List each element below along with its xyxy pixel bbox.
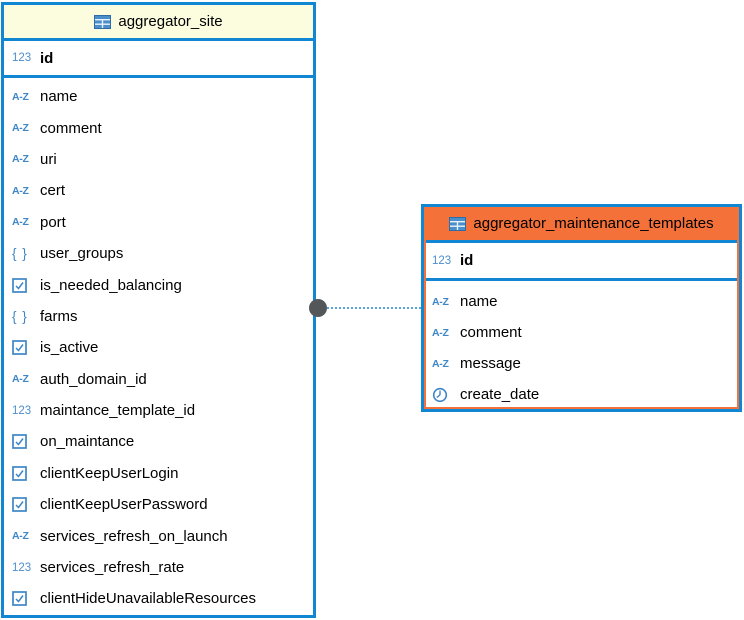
number-type-icon: 123 — [432, 255, 460, 267]
column-row-pk[interactable]: 123 id — [424, 243, 739, 281]
text-type-icon: A-Z — [12, 91, 40, 103]
column-name: is_active — [40, 339, 98, 356]
text-type-icon: A-Z — [432, 296, 460, 308]
boolean-type-icon — [12, 278, 40, 293]
column-name: user_groups — [40, 245, 123, 262]
column-name: clientHideUnavailableResources — [40, 590, 256, 607]
entity-aggregator-site[interactable]: aggregator_site 123 id A-Z name A-Z comm… — [1, 2, 316, 618]
boolean-type-icon — [12, 466, 40, 481]
relation-line[interactable] — [327, 307, 421, 309]
column-name: maintance_template_id — [40, 402, 195, 419]
relation-anchor-dot[interactable] — [309, 299, 327, 317]
column-name: cert — [40, 182, 65, 199]
boolean-type-icon — [12, 340, 40, 355]
column-row[interactable]: create_date — [424, 379, 739, 410]
column-row[interactable]: A-Z cert — [4, 175, 313, 206]
number-type-icon: 123 — [12, 52, 40, 64]
column-name: farms — [40, 308, 78, 325]
column-name: comment — [460, 324, 522, 341]
column-name: auth_domain_id — [40, 371, 147, 388]
text-type-icon: A-Z — [432, 327, 460, 339]
table-header[interactable]: aggregator_site — [4, 5, 313, 41]
column-name: create_date — [460, 386, 539, 403]
clock-icon — [432, 387, 460, 403]
boolean-type-icon — [12, 497, 40, 512]
column-row[interactable]: A-Z uri — [4, 144, 313, 175]
column-name: message — [460, 355, 521, 372]
text-type-icon: A-Z — [12, 122, 40, 134]
column-row[interactable]: A-Z name — [424, 286, 739, 317]
column-row[interactable]: 123 services_refresh_rate — [4, 552, 313, 583]
table-title: aggregator_site — [118, 13, 222, 30]
entity-aggregator-maintenance-templates[interactable]: aggregator_maintenance_templates 123 id … — [421, 204, 742, 412]
number-type-icon: 123 — [12, 405, 40, 417]
column-row[interactable]: { } user_groups — [4, 238, 313, 269]
column-name: comment — [40, 120, 102, 137]
column-name: clientKeepUserPassword — [40, 496, 208, 513]
column-row[interactable]: A-Z comment — [424, 317, 739, 348]
column-name: port — [40, 214, 66, 231]
column-name: uri — [40, 151, 57, 168]
column-row[interactable]: 123 maintance_template_id — [4, 395, 313, 426]
column-name: name — [460, 293, 498, 310]
column-row[interactable]: A-Z message — [424, 348, 739, 379]
number-type-icon: 123 — [12, 562, 40, 574]
column-name: id — [460, 252, 473, 269]
column-name: name — [40, 88, 78, 105]
column-row[interactable]: clientHideUnavailableResources — [4, 583, 313, 614]
column-list: A-Z name A-Z comment A-Z uri A-Z cert A-… — [4, 78, 313, 615]
column-name: services_refresh_rate — [40, 559, 184, 576]
column-row[interactable]: is_active — [4, 332, 313, 363]
text-type-icon: A-Z — [12, 216, 40, 228]
column-row-pk[interactable]: 123 id — [4, 41, 313, 78]
text-type-icon: A-Z — [12, 185, 40, 197]
boolean-type-icon — [12, 591, 40, 606]
table-header[interactable]: aggregator_maintenance_templates — [424, 207, 739, 243]
text-type-icon: A-Z — [12, 153, 40, 165]
table-grid-icon — [449, 217, 466, 231]
column-row[interactable]: A-Z name — [4, 81, 313, 112]
column-row[interactable]: clientKeepUserPassword — [4, 489, 313, 520]
json-type-icon: { } — [12, 309, 40, 324]
column-name: on_maintance — [40, 433, 134, 450]
column-row[interactable]: A-Z comment — [4, 112, 313, 143]
column-name: is_needed_balancing — [40, 277, 182, 294]
json-type-icon: { } — [12, 246, 40, 261]
column-row[interactable]: { } farms — [4, 301, 313, 332]
column-row[interactable]: is_needed_balancing — [4, 269, 313, 300]
column-name: services_refresh_on_launch — [40, 528, 228, 545]
boolean-type-icon — [12, 434, 40, 449]
column-row[interactable]: A-Z services_refresh_on_launch — [4, 520, 313, 551]
text-type-icon: A-Z — [432, 358, 460, 370]
column-row[interactable]: A-Z port — [4, 207, 313, 238]
column-name: id — [40, 50, 53, 67]
table-title: aggregator_maintenance_templates — [473, 215, 713, 232]
table-grid-icon — [94, 15, 111, 29]
column-row[interactable]: on_maintance — [4, 426, 313, 457]
column-name: clientKeepUserLogin — [40, 465, 178, 482]
column-list: A-Z name A-Z comment A-Z message — [424, 281, 739, 410]
text-type-icon: A-Z — [12, 373, 40, 385]
column-row[interactable]: A-Z auth_domain_id — [4, 364, 313, 395]
erd-canvas: aggregator_site 123 id A-Z name A-Z comm… — [0, 0, 744, 620]
text-type-icon: A-Z — [12, 530, 40, 542]
column-row[interactable]: clientKeepUserLogin — [4, 458, 313, 489]
